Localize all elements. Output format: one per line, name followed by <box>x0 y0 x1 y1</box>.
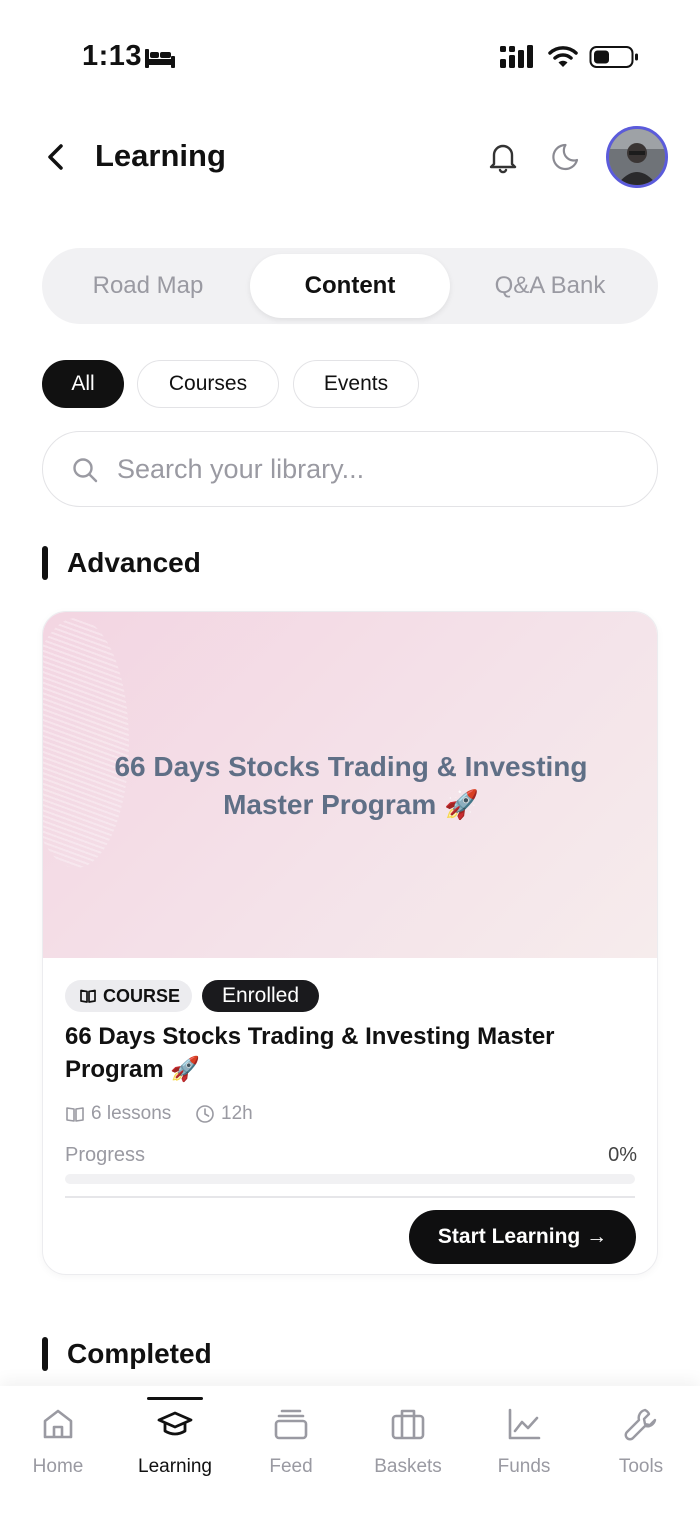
line-chart-icon <box>508 1408 541 1440</box>
progress-bar <box>65 1174 635 1184</box>
filter-chip-all[interactable]: All <box>42 360 124 408</box>
moon-icon[interactable] <box>549 141 581 173</box>
section-header-completed: Completed <box>42 1337 212 1371</box>
section-title: Completed <box>67 1338 212 1369</box>
banner-title: 66 Days Stocks Trading & Investing Maste… <box>114 751 588 820</box>
nav-label: Baskets <box>374 1456 442 1477</box>
bottom-navigation: Home Learning Feed Baskets Funds Tools <box>0 1386 700 1522</box>
banner-decoration <box>43 618 129 868</box>
course-title: 66 Days Stocks Trading & Investing Maste… <box>65 1023 555 1083</box>
nav-item-home[interactable]: Home <box>0 1386 116 1496</box>
page-header: Learning <box>0 120 700 200</box>
bed-icon <box>145 49 175 68</box>
nav-item-feed[interactable]: Feed <box>233 1386 349 1496</box>
tab-content[interactable]: Content <box>250 254 450 318</box>
bell-icon[interactable] <box>486 140 520 174</box>
section-title: Advanced <box>67 547 201 578</box>
clock-icon <box>196 1105 214 1123</box>
graduation-cap-icon <box>157 1411 193 1436</box>
nav-item-baskets[interactable]: Baskets <box>350 1386 466 1496</box>
tab-road-map[interactable]: Road Map <box>48 254 248 318</box>
course-type-label: COURSE <box>103 985 181 1006</box>
filter-chip-courses[interactable]: Courses <box>137 360 279 408</box>
nav-label: Tools <box>618 1456 664 1477</box>
divider <box>65 1196 635 1198</box>
wrench-icon <box>624 1408 657 1441</box>
course-card-body: COURSE Enrolled 66 Days Stocks Trading &… <box>43 958 657 1274</box>
section-header-advanced: Advanced <box>42 546 201 580</box>
nav-label: Feed <box>269 1456 313 1477</box>
nav-item-funds[interactable]: Funds <box>466 1386 582 1496</box>
active-indicator <box>147 1397 203 1400</box>
segmented-tabs: Road Map Content Q&A Bank <box>42 248 658 324</box>
nav-label: Funds <box>497 1456 551 1477</box>
lessons-label: 6 lessons <box>91 1103 172 1124</box>
home-icon <box>43 1409 73 1439</box>
battery-icon <box>589 46 638 68</box>
enrolled-badge: Enrolled <box>202 980 319 1012</box>
status-time: 1:13 <box>82 40 143 72</box>
nav-label: Home <box>32 1456 84 1477</box>
cellular-signal-icon <box>500 45 533 68</box>
back-arrow-icon[interactable] <box>40 140 72 174</box>
filter-chip-events[interactable]: Events <box>293 360 419 408</box>
nav-item-tools[interactable]: Tools <box>583 1386 699 1496</box>
page-title: Learning <box>95 138 226 173</box>
avatar-photo <box>609 129 665 185</box>
avatar[interactable] <box>606 126 668 188</box>
feed-stack-icon <box>274 1409 308 1440</box>
lessons-count: 6 lessons <box>65 1102 171 1126</box>
search-input[interactable] <box>117 446 637 492</box>
section-accent-bar <box>42 546 48 580</box>
book-icon <box>66 1107 84 1122</box>
search-bar <box>42 431 658 507</box>
tab-qa-bank[interactable]: Q&A Bank <box>450 254 650 318</box>
nav-label: Learning <box>138 1456 212 1477</box>
status-bar: 1:13 <box>0 0 700 110</box>
section-accent-bar <box>42 1337 48 1371</box>
progress-label: Progress <box>65 1144 146 1166</box>
wifi-icon <box>548 46 578 67</box>
search-icon <box>73 458 98 483</box>
course-duration: 12h <box>195 1102 253 1126</box>
duration-label: 12h <box>221 1103 253 1124</box>
course-banner: 66 Days Stocks Trading & Investing Maste… <box>43 612 657 958</box>
course-type-badge: COURSE <box>65 980 192 1012</box>
nav-item-learning[interactable]: Learning <box>117 1386 233 1496</box>
course-card[interactable]: 66 Days Stocks Trading & Investing Maste… <box>42 611 658 1275</box>
briefcase-icon <box>391 1409 425 1440</box>
start-learning-button[interactable]: Start Learning → <box>409 1210 636 1264</box>
progress-value: 0% <box>608 1144 637 1166</box>
book-icon <box>80 989 96 1003</box>
